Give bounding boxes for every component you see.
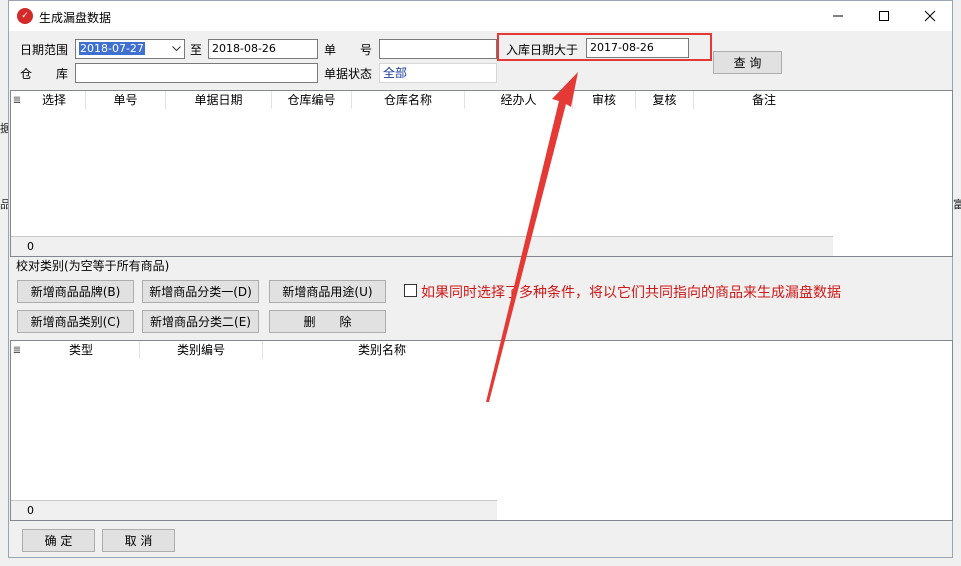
to-label: 至 xyxy=(190,43,203,57)
warehouse-label: 仓 库 xyxy=(20,67,69,81)
query-button[interactable]: 查 询 xyxy=(713,51,782,74)
date-to-input[interactable]: 2018-08-26 xyxy=(208,39,318,59)
doc-no-input[interactable] xyxy=(379,39,497,59)
app-logo-icon: ✓ xyxy=(17,8,33,24)
background-app-left xyxy=(0,0,8,566)
multi-condition-notice: 如果同时选择了多种条件，将以它们共同指向的商品来生成漏盘数据 xyxy=(421,285,841,301)
column-header[interactable]: 类别名称 xyxy=(263,341,501,359)
title-bar[interactable]: ✓ 生成漏盘数据 xyxy=(9,1,952,31)
category-section-title: 校对类别(为空等于所有商品) xyxy=(16,259,170,273)
maximize-icon xyxy=(879,11,889,21)
column-header[interactable]: 复核 xyxy=(636,91,694,109)
minimize-icon xyxy=(833,15,843,17)
cancel-button[interactable]: 取 消 xyxy=(102,529,175,552)
column-header[interactable]: 选择 xyxy=(23,91,86,109)
status-select[interactable]: 全部 xyxy=(379,63,497,83)
annotation-highlight-box xyxy=(497,33,712,61)
status-value: 全部 xyxy=(383,66,408,80)
column-header[interactable]: 类型 xyxy=(23,341,140,359)
window-title: 生成漏盘数据 xyxy=(39,11,112,25)
ok-button[interactable]: 确 定 xyxy=(22,529,95,552)
background-app-bottom xyxy=(0,558,961,566)
record-count: 0 xyxy=(27,240,34,253)
chevron-down-icon[interactable] xyxy=(170,42,182,56)
column-header[interactable]: 类别编号 xyxy=(140,341,263,359)
add-class1-button[interactable]: 新增商品分类一(D) xyxy=(142,280,259,303)
date-from-value: 2018-07-27 xyxy=(79,42,145,55)
background-app-right xyxy=(953,0,961,566)
add-brand-button[interactable]: 新增商品品牌(B) xyxy=(17,280,134,303)
document-grid-footer: 0 xyxy=(11,236,833,256)
add-class2-button[interactable]: 新增商品分类二(E) xyxy=(142,310,259,333)
date-to-value: 2018-08-26 xyxy=(212,42,276,55)
column-header[interactable]: 单据日期 xyxy=(166,91,272,109)
document-grid[interactable]: ≣ 选择 单号 单据日期 仓库编号 仓库名称 经办人 审核 复核 备注 0 xyxy=(10,90,953,257)
grid-menu-icon[interactable]: ≣ xyxy=(11,91,23,109)
status-label: 单据状态 xyxy=(324,67,373,81)
column-header[interactable]: 仓库编号 xyxy=(272,91,352,109)
doc-no-label: 单 号 xyxy=(324,43,373,57)
add-usage-button[interactable]: 新增商品用途(U) xyxy=(269,280,386,303)
grid-menu-icon[interactable]: ≣ xyxy=(11,341,23,359)
dialog-window: ✓ 生成漏盘数据 日期范围 2018-07-27 至 2018-08-26 单 … xyxy=(8,0,953,558)
column-header[interactable]: 仓库名称 xyxy=(352,91,465,109)
close-button[interactable] xyxy=(908,1,952,31)
record-count: 0 xyxy=(27,504,34,517)
category-grid-footer: 0 xyxy=(11,500,497,520)
column-header[interactable]: 经办人 xyxy=(465,91,573,109)
date-from-picker[interactable]: 2018-07-27 xyxy=(75,39,185,59)
category-grid-header: ≣ 类型 类别编号 类别名称 xyxy=(11,341,501,359)
delete-button[interactable]: 删 除 xyxy=(269,310,386,333)
close-icon xyxy=(924,10,936,22)
maximize-button[interactable] xyxy=(862,1,906,31)
notice-checkbox[interactable] xyxy=(404,284,417,297)
column-header[interactable]: 审核 xyxy=(573,91,636,109)
warehouse-input[interactable] xyxy=(75,63,318,83)
date-range-label: 日期范围 xyxy=(20,43,69,57)
column-header[interactable]: 单号 xyxy=(86,91,166,109)
category-grid[interactable]: ≣ 类型 类别编号 类别名称 0 xyxy=(10,340,953,521)
add-category-button[interactable]: 新增商品类别(C) xyxy=(17,310,134,333)
minimize-button[interactable] xyxy=(816,1,860,31)
column-header[interactable]: 备注 xyxy=(694,91,834,109)
background-text-fragment: 富 xyxy=(953,198,961,211)
document-grid-header: ≣ 选择 单号 单据日期 仓库编号 仓库名称 经办人 审核 复核 备注 xyxy=(11,91,834,109)
